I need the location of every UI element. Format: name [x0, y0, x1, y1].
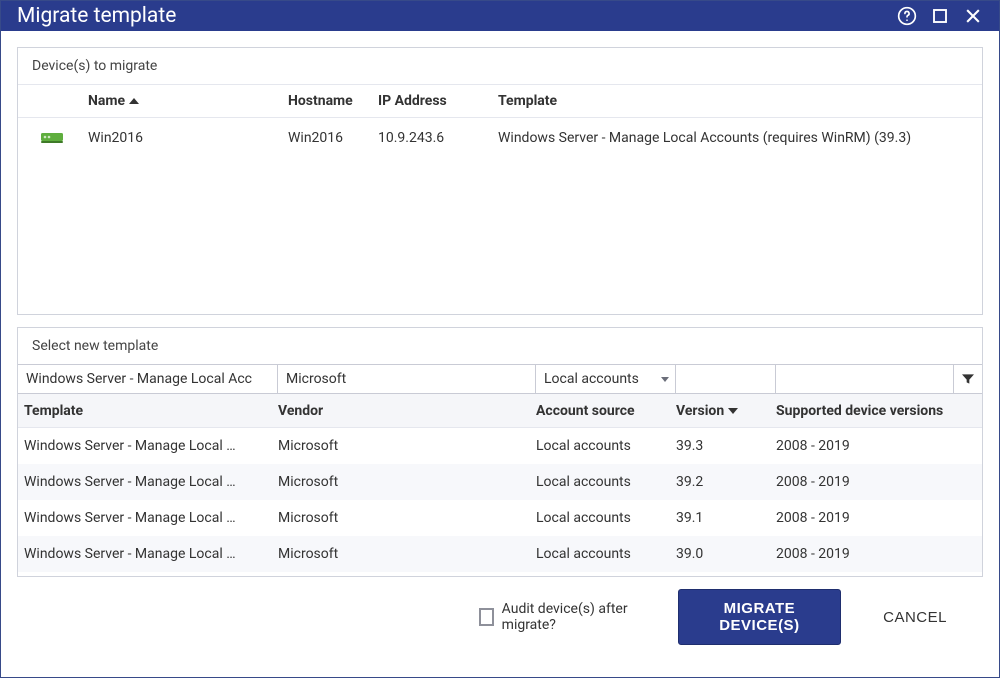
migrate-template-dialog: Migrate template Device(s) to migrate Na… — [0, 0, 1000, 678]
cell-account-source: Local accounts — [536, 546, 676, 562]
device-template: Windows Server - Manage Local Accounts (… — [498, 130, 982, 146]
templates-header-row: Template Vendor Account source Version S… — [18, 394, 982, 428]
cell-template: Windows Server - Manage Local … — [18, 474, 278, 490]
cell-version: 39.2 — [676, 474, 776, 490]
cell-template: Windows Server - Manage Local … — [18, 546, 278, 562]
tcol-header-version-label: Version — [676, 403, 724, 419]
device-hostname: Win2016 — [288, 130, 378, 146]
cell-version: 39.0 — [676, 546, 776, 562]
col-header-template[interactable]: Template — [498, 93, 982, 109]
dialog-title: Migrate template — [17, 4, 897, 28]
cell-supported: 2008 - 2019 — [776, 546, 954, 562]
cell-supported: 2008 - 2019 — [776, 438, 954, 454]
dialog-content: Device(s) to migrate Name Hostname IP Ad… — [1, 31, 999, 677]
cell-supported: 2008 - 2019 — [776, 474, 954, 490]
template-row[interactable]: Windows Server - Manage Local … Microsof… — [18, 428, 982, 464]
migrate-button[interactable]: MIGRATE DEVICE(S) — [678, 589, 841, 645]
cell-template: Windows Server - Manage Local … — [18, 510, 278, 526]
help-icon[interactable] — [897, 6, 917, 26]
cell-vendor: Microsoft — [278, 510, 536, 526]
audit-checkbox[interactable] — [479, 608, 494, 626]
dialog-footer: Audit device(s) after migrate? MIGRATE D… — [17, 577, 983, 661]
sort-asc-icon — [129, 98, 139, 104]
filter-version-cell — [676, 365, 776, 393]
col-header-ip[interactable]: IP Address — [378, 93, 498, 109]
cell-vendor: Microsoft — [278, 546, 536, 562]
tcol-header-version[interactable]: Version — [676, 403, 776, 419]
templates-body: Windows Server - Manage Local … Microsof… — [18, 428, 982, 576]
cell-account-source: Local accounts — [536, 438, 676, 454]
template-row[interactable]: Windows Server - Manage Local … Microsof… — [18, 464, 982, 500]
filter-supported-cell — [776, 365, 954, 393]
titlebar-actions — [897, 6, 983, 26]
templates-panel-header: Select new template — [18, 328, 982, 364]
tcol-header-supported[interactable]: Supported device versions — [776, 403, 954, 419]
tcol-header-template[interactable]: Template — [18, 403, 278, 419]
cell-version: 39.1 — [676, 510, 776, 526]
col-header-hostname[interactable]: Hostname — [288, 93, 378, 109]
cell-vendor: Microsoft — [278, 474, 536, 490]
template-row[interactable]: Windows Server - Manage Local … Microsof… — [18, 536, 982, 572]
devices-panel-header: Device(s) to migrate — [18, 48, 982, 84]
tcol-header-vendor[interactable]: Vendor — [278, 403, 536, 419]
col-header-name-label: Name — [88, 93, 125, 109]
templates-filter-row — [18, 364, 982, 394]
cell-account-source: Local accounts — [536, 474, 676, 490]
filter-template-cell — [18, 365, 278, 393]
filter-vendor-input[interactable] — [284, 370, 529, 388]
cancel-button[interactable]: CANCEL — [877, 608, 953, 627]
device-row[interactable]: Win2016 Win2016 10.9.243.6 Windows Serve… — [18, 118, 982, 158]
template-row[interactable]: Windows Server - Manage Local … Microsof… — [18, 500, 982, 536]
maximize-icon[interactable] — [931, 7, 949, 25]
audit-checkbox-label: Audit device(s) after migrate? — [502, 601, 642, 633]
filter-vendor-cell — [278, 365, 536, 393]
cell-template: Windows Server - Manage Local … — [18, 438, 278, 454]
col-header-name[interactable]: Name — [88, 93, 288, 109]
device-name: Win2016 — [88, 130, 288, 146]
templates-panel: Select new template — [17, 327, 983, 577]
sort-desc-icon — [728, 408, 738, 414]
device-type-icon — [40, 130, 88, 146]
devices-header-row: Name Hostname IP Address Template — [18, 84, 982, 118]
close-icon[interactable] — [963, 6, 983, 26]
titlebar: Migrate template — [1, 1, 999, 31]
cell-vendor: Microsoft — [278, 438, 536, 454]
chevron-down-icon — [661, 377, 669, 382]
filter-account-source-input[interactable] — [542, 370, 657, 388]
device-ip: 10.9.243.6 — [378, 130, 498, 146]
audit-checkbox-wrap[interactable]: Audit device(s) after migrate? — [33, 601, 642, 633]
cell-account-source: Local accounts — [536, 510, 676, 526]
filter-supported-input[interactable] — [782, 370, 947, 388]
cell-version: 39.3 — [676, 438, 776, 454]
cell-supported: 2008 - 2019 — [776, 510, 954, 526]
filter-account-source-cell[interactable] — [536, 365, 676, 393]
filter-version-input[interactable] — [682, 370, 769, 388]
devices-panel: Device(s) to migrate Name Hostname IP Ad… — [17, 47, 983, 315]
filter-toggle-icon[interactable] — [954, 365, 982, 393]
tcol-header-account-source[interactable]: Account source — [536, 403, 676, 419]
filter-template-input[interactable] — [24, 370, 271, 388]
